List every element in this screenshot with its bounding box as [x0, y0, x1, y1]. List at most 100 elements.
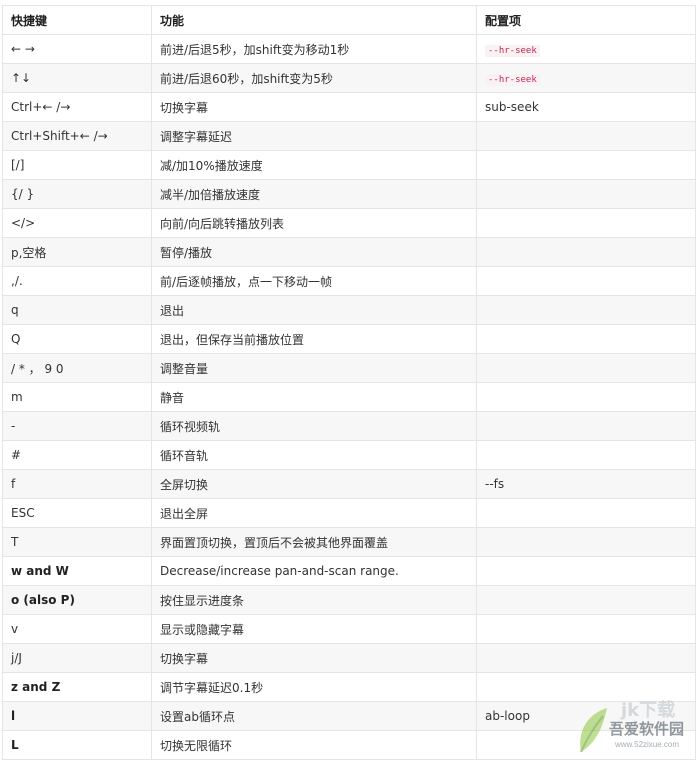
shortcut-key-cell: z and Z — [2, 672, 152, 702]
shortcut-key-cell: Ctrl+Shift+← /→ — [2, 121, 152, 151]
shortcut-key-cell: f — [2, 469, 152, 499]
function-cell: 退出 — [151, 295, 477, 325]
table-row: - 循环视频轨 — [2, 411, 696, 441]
function-cell: 减/加10%播放速度 — [151, 150, 477, 180]
table-row: Ctrl+← /→ 切换字幕 sub-seek — [2, 92, 696, 122]
shortcut-table: 快捷键 功能 配置项 ← → 前进/后退5秒，加shift变为移动1秒 --hr-s… — [2, 5, 696, 760]
shortcut-key-cell: ,/. — [2, 266, 152, 296]
config-code: --hr-seek — [485, 45, 540, 57]
config-cell — [476, 614, 696, 644]
table-row: [/] 减/加10%播放速度 — [2, 150, 696, 180]
shortcut-key-cell: </> — [2, 208, 152, 238]
shortcut-key-cell: w and W — [2, 556, 152, 586]
function-cell: 调节字幕延迟0.1秒 — [151, 672, 477, 702]
shortcut-key-cell: Q — [2, 324, 152, 354]
watermark-logo: jk下载 吾爱软件园 www.52zixue.com — [573, 696, 693, 760]
config-cell — [476, 382, 696, 412]
function-cell: 静音 — [151, 382, 477, 412]
config-cell — [476, 150, 696, 180]
function-cell: 暂停/播放 — [151, 237, 477, 267]
config-cell — [476, 121, 696, 151]
function-cell: 循环视频轨 — [151, 411, 477, 441]
shortcut-key-cell: T — [2, 527, 152, 557]
table-row: ,/. 前/后逐帧播放，点一下移动一帧 — [2, 266, 696, 296]
config-cell: sub-seek — [476, 92, 696, 122]
table-row: v 显示或隐藏字幕 — [2, 614, 696, 644]
header-config: 配置项 — [476, 5, 696, 35]
config-cell — [476, 208, 696, 238]
config-cell — [476, 643, 696, 673]
function-cell: 全屏切换 — [151, 469, 477, 499]
function-cell: 切换字幕 — [151, 92, 477, 122]
shortcut-key-cell: - — [2, 411, 152, 441]
table-row: Ctrl+Shift+← /→ 调整字幕延迟 — [2, 121, 696, 151]
shortcut-key-cell: {/ } — [2, 179, 152, 209]
table-row: o (also P) 按住显示进度条 — [2, 585, 696, 615]
config-cell: --fs — [476, 469, 696, 499]
config-code: --hr-seek — [485, 74, 540, 86]
config-cell — [476, 353, 696, 383]
shortcut-key-cell: l — [2, 701, 152, 731]
table-row: ↑↓ 前进/后退60秒，加shift变为5秒 --hr-seek — [2, 63, 696, 93]
function-cell: 切换无限循环 — [151, 730, 477, 760]
function-cell: 前进/后退60秒，加shift变为5秒 — [151, 63, 477, 93]
shortcut-key-cell: j/J — [2, 643, 152, 673]
function-cell: Decrease/increase pan-and-scan range. — [151, 556, 477, 586]
table-row: m 静音 — [2, 382, 696, 412]
watermark-brand: 吾爱软件园 — [609, 720, 685, 738]
shortcut-key-cell: L — [2, 730, 152, 760]
table-row: ← → 前进/后退5秒，加shift变为移动1秒 --hr-seek — [2, 34, 696, 64]
function-cell: 按住显示进度条 — [151, 585, 477, 615]
function-cell: 调整音量 — [151, 353, 477, 383]
function-cell: 减半/加倍播放速度 — [151, 179, 477, 209]
shortcut-key-cell: o (also P) — [2, 585, 152, 615]
shortcut-key-cell: ↑↓ — [2, 63, 152, 93]
table-row: p,空格 暂停/播放 — [2, 237, 696, 267]
config-cell — [476, 179, 696, 209]
table-row: j/J 切换字幕 — [2, 643, 696, 673]
config-cell — [476, 324, 696, 354]
table-row: # 循环音轨 — [2, 440, 696, 470]
table-row: f 全屏切换 --fs — [2, 469, 696, 499]
function-cell: 显示或隐藏字幕 — [151, 614, 477, 644]
shortcut-key-cell: ESC — [2, 498, 152, 528]
table-header-row: 快捷键 功能 配置项 — [2, 5, 696, 35]
function-cell: 向前/向后跳转播放列表 — [151, 208, 477, 238]
table-row: Q 退出，但保存当前播放位置 — [2, 324, 696, 354]
config-cell: --hr-seek — [476, 34, 696, 64]
table-row: q 退出 — [2, 295, 696, 325]
table-row: / * ， 9 0 调整音量 — [2, 353, 696, 383]
shortcut-key-cell: v — [2, 614, 152, 644]
config-cell — [476, 527, 696, 557]
function-cell: 前/后逐帧播放，点一下移动一帧 — [151, 266, 477, 296]
watermark-url: www.52zixue.com — [615, 740, 680, 749]
header-function: 功能 — [151, 5, 477, 35]
table-row: {/ } 减半/加倍播放速度 — [2, 179, 696, 209]
function-cell: 退出全屏 — [151, 498, 477, 528]
shortcut-key-cell: # — [2, 440, 152, 470]
table-row: ESC 退出全屏 — [2, 498, 696, 528]
config-cell — [476, 266, 696, 296]
shortcut-key-cell: m — [2, 382, 152, 412]
shortcut-key-cell: [/] — [2, 150, 152, 180]
config-cell — [476, 295, 696, 325]
shortcut-key-cell: q — [2, 295, 152, 325]
header-shortcut: 快捷键 — [2, 5, 152, 35]
table-row: w and W Decrease/increase pan-and-scan ra… — [2, 556, 696, 586]
function-cell: 调整字幕延迟 — [151, 121, 477, 151]
table-row: </> 向前/向后跳转播放列表 — [2, 208, 696, 238]
config-cell — [476, 585, 696, 615]
shortcut-key-cell: ← → — [2, 34, 152, 64]
shortcut-key-cell: / * ， 9 0 — [2, 353, 152, 383]
function-cell: 循环音轨 — [151, 440, 477, 470]
function-cell: 切换字幕 — [151, 643, 477, 673]
config-cell — [476, 411, 696, 441]
shortcut-key-cell: Ctrl+← /→ — [2, 92, 152, 122]
config-cell — [476, 498, 696, 528]
function-cell: 界面置顶切换，置顶后不会被其他界面覆盖 — [151, 527, 477, 557]
table-row: T 界面置顶切换，置顶后不会被其他界面覆盖 — [2, 527, 696, 557]
function-cell: 退出，但保存当前播放位置 — [151, 324, 477, 354]
config-cell — [476, 440, 696, 470]
config-cell — [476, 556, 696, 586]
leaf-logo-icon — [580, 708, 607, 753]
